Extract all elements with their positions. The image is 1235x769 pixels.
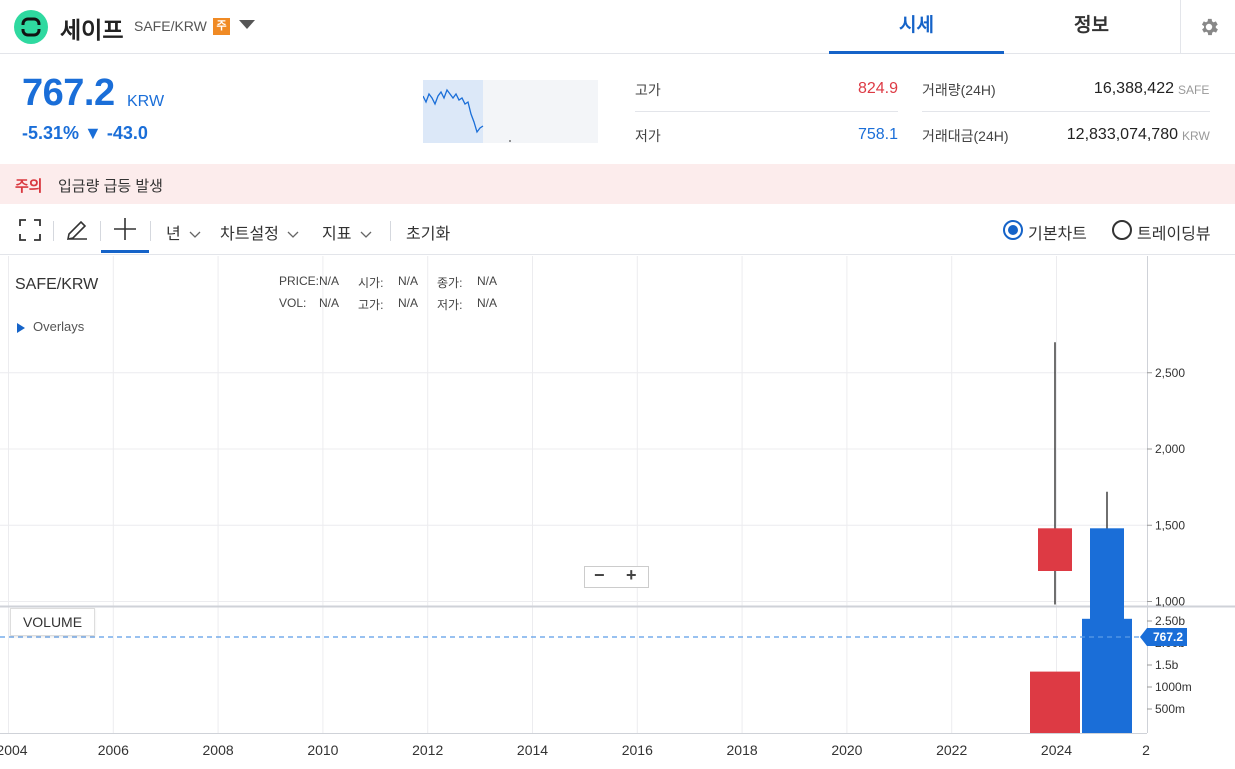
low-value: 758.1: [857, 126, 898, 143]
info-open-label: 시가:: [358, 276, 384, 290]
toolbar-divider: [53, 221, 54, 241]
x-tick-label: 2010: [307, 742, 338, 758]
tab-market-price[interactable]: 시세: [829, 0, 1004, 54]
volume-bar: [1030, 671, 1080, 733]
basic-chart-label[interactable]: 기본차트: [1028, 220, 1087, 244]
divider: [922, 111, 1210, 112]
overlays-label: Overlays: [33, 319, 85, 334]
coin-name: 세이프: [60, 17, 124, 43]
mini-sparkline-chart: [422, 80, 598, 143]
volume-tick-label: 1000m: [1155, 680, 1192, 694]
alert-banner: 주의 입금량 급등 발생: [0, 164, 1235, 204]
info-price-value: N/A: [319, 274, 340, 288]
info-vol-label: VOL:: [279, 296, 307, 310]
volume-tick-label: 500m: [1155, 702, 1185, 716]
x-tick-label: 2018: [727, 742, 758, 758]
current-price: 767.2: [22, 72, 115, 114]
coin-logo-icon: [14, 10, 48, 44]
x-tick-label: 2016: [622, 742, 653, 758]
volume-tick-label: 2.50b: [1155, 614, 1185, 628]
volume-bar: [1082, 618, 1132, 733]
volume-24h-label: 거래량(24H): [922, 82, 996, 98]
active-tool-indicator: [101, 250, 149, 253]
x-tick-label: 2022: [936, 742, 967, 758]
alert-text: 입금량 급등 발생: [58, 178, 163, 195]
x-tick-label: 2008: [203, 742, 234, 758]
chart-settings-label: 차트설정: [220, 226, 279, 243]
fullscreen-icon[interactable]: [19, 219, 41, 241]
info-high-value: N/A: [398, 296, 419, 310]
period-label: 년: [166, 226, 181, 243]
y-tick-label: 2,000: [1155, 442, 1185, 456]
chart-settings-dropdown[interactable]: 차트설정: [220, 220, 299, 244]
trading-view-radio[interactable]: [1112, 220, 1132, 240]
indicators-dropdown[interactable]: 지표: [322, 220, 372, 244]
period-dropdown[interactable]: 년: [166, 220, 201, 244]
info-vol-value: N/A: [319, 296, 340, 310]
info-close-value: N/A: [477, 274, 498, 288]
basic-chart-radio[interactable]: [1003, 220, 1023, 240]
pencil-icon[interactable]: [65, 218, 89, 242]
chevron-down-icon: [360, 231, 372, 238]
coin-select-dropdown-icon[interactable]: [239, 20, 255, 29]
crosshair-icon[interactable]: [114, 218, 136, 240]
zoom-controls: − +: [584, 565, 649, 588]
volume-panel-label: VOLUME: [10, 608, 95, 636]
header: 세이프 SAFE/KRW 주 시세 정보: [0, 0, 1235, 54]
reset-button[interactable]: 초기화: [406, 220, 450, 244]
trading-view-label[interactable]: 트레이딩뷰: [1137, 220, 1211, 244]
indicators-label: 지표: [322, 226, 352, 243]
settings-button[interactable]: [1180, 0, 1235, 54]
current-price-tag-label: 767.2: [1153, 630, 1183, 644]
info-low-label: 저가:: [437, 298, 463, 312]
overlays-toggle[interactable]: Overlays: [17, 319, 84, 334]
info-price-label: PRICE:: [279, 274, 320, 288]
x-tick-label: 2014: [517, 742, 548, 758]
gear-icon: [1201, 18, 1218, 36]
low-label: 저가: [635, 128, 661, 144]
amount-24h-unit: KRW: [1182, 129, 1210, 143]
info-low-value: N/A: [477, 296, 498, 310]
high-value: 824.9: [857, 80, 898, 97]
toolbar-divider: [150, 221, 151, 241]
y-tick-label: 1,500: [1155, 518, 1185, 532]
chart-title: SAFE/KRW: [15, 276, 99, 293]
zoom-in-button[interactable]: +: [626, 565, 637, 586]
chart-canvas[interactable]: 1,0001,5002,0002,500500m1000m1.5b2.00b2.…: [0, 256, 1235, 769]
toolbar-divider: [390, 221, 391, 241]
alert-tag: 주의: [15, 178, 43, 195]
candle-body: [1038, 528, 1072, 571]
x-tick-label: 2004: [0, 742, 28, 758]
x-tick-label: 2012: [412, 742, 443, 758]
zoom-out-button[interactable]: −: [594, 565, 605, 586]
divider: [635, 111, 898, 112]
amount-24h-value: 12,833,074,780: [1066, 126, 1178, 143]
chart-toolbar: 년 차트설정 지표 초기화 기본차트 트레이딩뷰: [0, 205, 1235, 255]
volume-tick-label: 1.5b: [1155, 658, 1179, 672]
volume-24h-unit: SAFE: [1178, 83, 1210, 97]
x-tick-label: 2020: [831, 742, 862, 758]
y-tick-label: 1,000: [1155, 595, 1185, 609]
x-tick-label: 2024: [1041, 742, 1072, 758]
play-triangle-icon: [17, 322, 25, 333]
chevron-down-icon: [189, 231, 201, 238]
x-tick-label: 2006: [98, 742, 129, 758]
high-label: 고가: [635, 82, 661, 98]
amount-24h-label: 거래대금(24H): [922, 128, 1009, 144]
tab-info[interactable]: 정보: [1004, 0, 1179, 54]
info-high-label: 고가:: [358, 298, 384, 312]
y-tick-label: 2,500: [1155, 366, 1185, 380]
info-close-label: 종가:: [437, 276, 463, 290]
toolbar-divider: [100, 221, 101, 241]
x-tick-label: 2: [1142, 742, 1150, 758]
chevron-down-icon: [287, 231, 299, 238]
info-open-value: N/A: [398, 274, 419, 288]
price-unit: KRW: [127, 93, 165, 110]
volume-24h-value: 16,388,422: [1093, 80, 1174, 97]
price-change: -5.31% ▼ -43.0: [22, 123, 148, 143]
market-pair: SAFE/KRW: [134, 18, 207, 34]
price-chart[interactable]: 1,0001,5002,0002,500500m1000m1.5b2.00b2.…: [0, 256, 1235, 769]
caution-badge: 주: [213, 18, 230, 35]
